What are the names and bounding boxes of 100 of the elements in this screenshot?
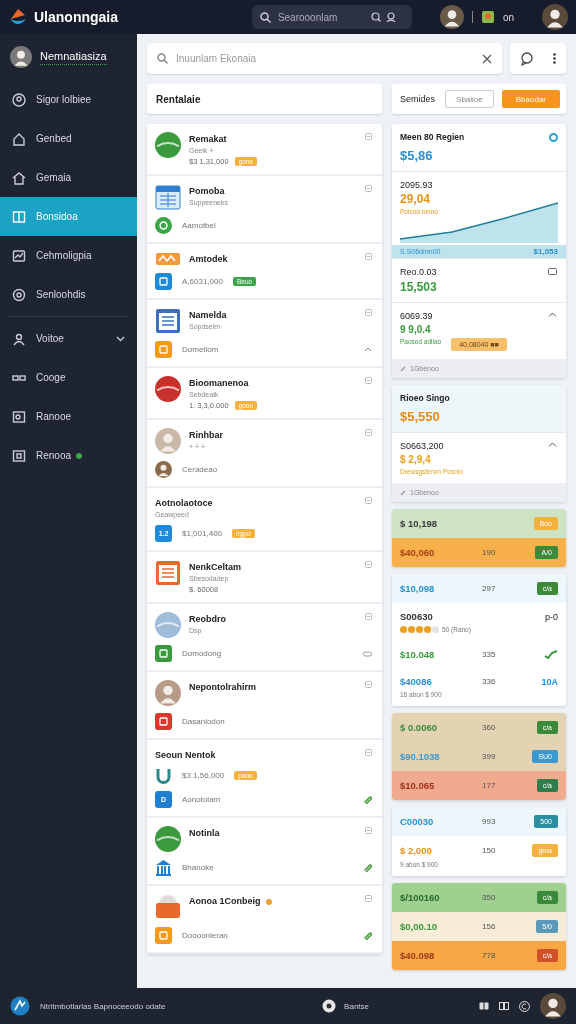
columns-icon[interactable] — [499, 1002, 509, 1010]
item-detail: Bhanoke — [182, 863, 214, 872]
home-icon — [12, 131, 26, 146]
sidebar-item[interactable]: Cehmoligpia — [0, 236, 137, 275]
square-icon — [365, 133, 372, 140]
square-icon — [365, 309, 372, 316]
paperclip-icon — [363, 795, 372, 804]
sidebar-item[interactable]: Voitoe — [0, 319, 137, 358]
paperclip-icon — [363, 931, 372, 940]
toolbar-label: Semides — [400, 94, 436, 104]
card-value: $5,86 — [400, 148, 434, 163]
count: 156 — [482, 922, 497, 931]
close-icon[interactable] — [482, 53, 492, 64]
card-value: $5,550 — [400, 409, 441, 424]
item-title: NenkCeltam — [189, 562, 242, 572]
book-icon — [12, 209, 26, 224]
picture-icon — [12, 409, 26, 424]
stat-label: 2095.93 — [400, 180, 433, 190]
count: 993 — [482, 817, 497, 826]
square-icon — [365, 613, 372, 620]
sidebar-item[interactable]: Senloohdis — [0, 275, 137, 314]
user-name: Nemnatiasiza — [40, 49, 107, 65]
chart-icon — [12, 248, 26, 263]
sidebar-item[interactable]: Gemaia — [0, 158, 137, 197]
item-detail: Doooonleran — [182, 931, 228, 940]
square-icon — [365, 749, 372, 756]
square-icon — [365, 497, 372, 504]
item-title: Aotnolaotoce — [155, 498, 213, 508]
app-icon[interactable] — [480, 10, 495, 24]
sidebar-item[interactable]: Genbed — [0, 119, 137, 158]
item-title: Reobdro — [189, 614, 226, 624]
secondary-button[interactable]: Sbalioe — [445, 90, 494, 108]
item-detail: Dometiom — [182, 345, 219, 354]
pencil-icon — [400, 489, 406, 496]
status-text: on — [502, 11, 514, 23]
count: 350 — [482, 893, 497, 902]
count: 190 — [482, 548, 497, 557]
item-title: Bioomanenoa — [189, 378, 249, 388]
item-detail: Domodong — [182, 649, 222, 658]
grid-icon[interactable] — [479, 1002, 489, 1010]
item-detail: A,6031,000 — [182, 277, 223, 286]
amount: $/100160 — [400, 892, 441, 903]
person-icon[interactable] — [385, 12, 396, 22]
stat-label: 6069.39 — [400, 311, 433, 321]
house-icon — [12, 170, 26, 185]
search-bar[interactable]: Searooonlam — [251, 5, 412, 29]
chevron-down-icon — [116, 335, 125, 342]
item-title: Rinhbar — [189, 430, 223, 440]
search-icon[interactable] — [370, 12, 381, 22]
square-icon — [365, 561, 372, 568]
search-icon — [157, 53, 168, 64]
check-icon — [544, 650, 558, 659]
currency-icon[interactable] — [519, 1000, 530, 1012]
search-bar[interactable]: Inuunlam Ekonaia — [147, 43, 502, 74]
card-title: Rioeo Singo — [400, 393, 451, 403]
search-field[interactable]: Searooonlam — [275, 10, 366, 24]
item-detail: Dasanlodon — [182, 717, 225, 726]
sidebar-item[interactable]: Renooa — [0, 436, 137, 475]
count: 360 — [482, 723, 497, 732]
stat-value: 9 9,0.4 — [400, 324, 431, 335]
item-title: Aonoa 1Conbeig — [189, 896, 261, 906]
chat-icon[interactable] — [519, 51, 534, 66]
count: 336 — [482, 677, 497, 686]
square-icon — [365, 681, 372, 688]
stat-value: $ 2,9,4 — [400, 454, 431, 465]
amount: $ 2,000 — [400, 845, 433, 856]
item-title: Notinla — [189, 828, 220, 838]
amount: C00030 — [400, 816, 435, 827]
item-title: Remakat — [189, 134, 227, 144]
amount: $40.098 — [400, 950, 436, 961]
stat-label: Reo.0.03 — [400, 267, 437, 277]
pencil-icon — [400, 365, 406, 372]
card-icon — [548, 268, 557, 275]
avatar — [439, 5, 464, 29]
item-detail: Ceradeao — [182, 465, 218, 474]
count: 297 — [482, 584, 497, 593]
list-item[interactable]: Nepontolrahirm Dasanlodon — [147, 672, 382, 740]
count: 177 — [482, 781, 497, 790]
sidebar-item[interactable]: Sigor lolbiee — [0, 80, 137, 119]
item-title: Nepontolrahirm — [189, 682, 256, 692]
chart-value: $1,053 — [533, 247, 558, 256]
amount: $ 10,198 — [400, 518, 438, 529]
person-icon — [12, 331, 26, 346]
stat-value: 15,503 — [400, 280, 437, 294]
square-icon — [365, 895, 372, 902]
status-text: Bantse — [344, 1001, 369, 1011]
square-icon — [365, 253, 372, 260]
caret-up-icon — [364, 347, 372, 352]
amount: $10.048 — [400, 649, 436, 660]
list-item[interactable]: Notinla Bhanoke — [147, 818, 382, 886]
count: 335 — [482, 650, 497, 659]
avatar — [540, 993, 566, 1019]
square-icon — [365, 827, 372, 834]
avatar — [10, 46, 32, 68]
sidebar-item[interactable]: Cooge — [0, 358, 137, 397]
amount: $40,060 — [400, 547, 436, 558]
stat-label: S0663,200 — [400, 441, 444, 451]
more-icon[interactable] — [553, 53, 557, 64]
sidebar-item[interactable]: Ranooe — [0, 397, 137, 436]
list-item[interactable]: Aonoa 1Conbeig Doooonleran — [147, 886, 382, 954]
